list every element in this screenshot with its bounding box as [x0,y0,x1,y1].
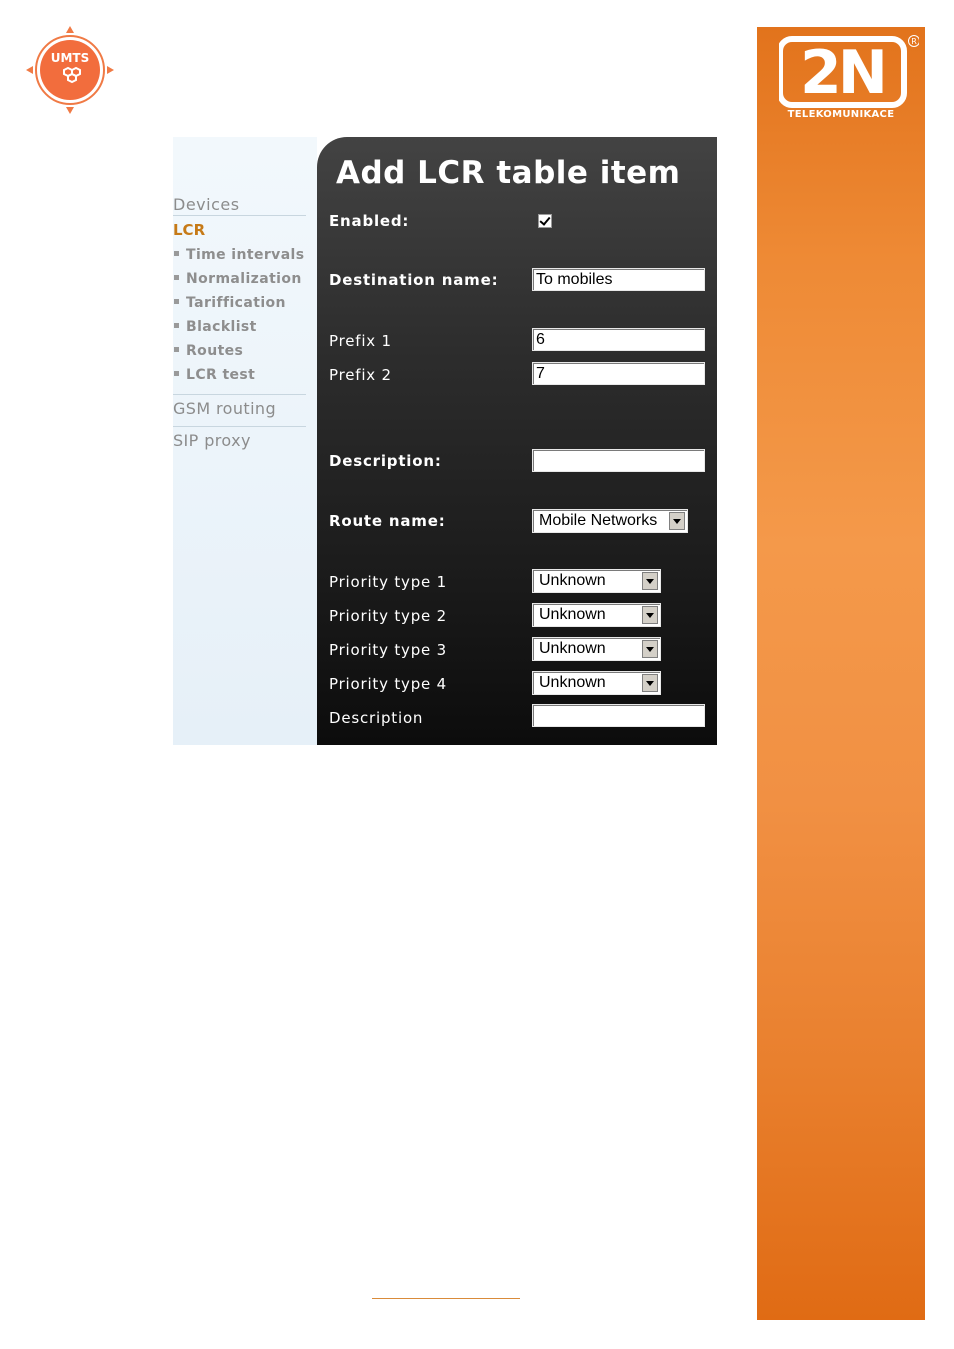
nav-item-lcr[interactable]: LCR [173,221,205,239]
nav-item-gsm-routing[interactable]: GSM routing [173,399,276,418]
priority-type-1-select[interactable]: Unknown [532,569,661,593]
chevron-down-icon[interactable] [642,572,658,590]
lcr-config-screenshot: Devices LCR Time intervals Normalization… [173,137,717,745]
bullet-icon [174,322,179,328]
priority-type-2-select[interactable]: Unknown [532,603,661,627]
bullet-icon [174,298,179,304]
nav-item-sip-proxy[interactable]: SIP proxy [173,431,251,450]
nav-subitem-time-intervals[interactable]: Time intervals [174,247,304,263]
chevron-down-icon[interactable] [642,674,658,692]
nav-subitem-blacklist[interactable]: Blacklist [174,319,257,335]
form-title: Add LCR table item [336,155,681,191]
footer-link-underline [372,1298,520,1299]
priority-type-2-label: Priority type 2 [329,607,447,625]
nav-menu: Devices LCR Time intervals Normalization… [173,137,317,745]
nav-divider [173,426,306,427]
priority-type-4-select[interactable]: Unknown [532,671,661,695]
bullet-icon [174,274,179,280]
umts-logo-text: UMTS [51,51,90,65]
priority-type-3-select[interactable]: Unknown [532,637,661,661]
nav-item-devices[interactable]: Devices [173,195,240,214]
priority-type-4-label: Priority type 4 [329,675,447,693]
description-2-input[interactable] [532,704,705,727]
prefix-2-input[interactable]: 7 [532,362,705,385]
add-lcr-form: Add LCR table item Enabled: Destination … [317,137,717,745]
svg-text:R: R [911,37,917,46]
nav-divider [173,215,306,216]
bullet-icon [174,370,179,376]
prefix-2-label: Prefix 2 [329,366,392,384]
chevron-down-icon[interactable] [642,640,658,658]
route-name-select[interactable]: Mobile Networks [532,509,688,533]
brand-logo-text: 2N [800,38,884,108]
destination-name-label: Destination name: [329,271,499,289]
priority-type-1-label: Priority type 1 [329,573,447,591]
chevron-down-icon[interactable] [669,512,685,530]
priority-type-3-label: Priority type 3 [329,641,447,659]
nav-subitem-lcr-test[interactable]: LCR test [174,367,255,383]
nav-subitem-normalization[interactable]: Normalization [174,271,302,287]
prefix-1-input[interactable]: 6 [532,328,705,351]
bullet-icon [174,250,179,256]
enabled-checkbox[interactable] [538,214,552,228]
brand-sidebar: 2N R TELEKOMUNIKACE [757,27,925,1320]
umts-logo: UMTS [26,26,114,114]
brand-subtitle: TELEKOMUNIKACE [787,109,895,120]
description-2-label: Description [329,709,424,727]
nav-subitem-routes[interactable]: Routes [174,343,243,359]
chevron-down-icon[interactable] [642,606,658,624]
destination-name-input[interactable]: To mobiles [532,268,705,291]
nav-divider [173,394,306,395]
prefix-1-label: Prefix 1 [329,332,392,350]
enabled-label: Enabled: [329,212,410,230]
description-input[interactable] [532,449,705,472]
bullet-icon [174,346,179,352]
description-label: Description: [329,452,442,470]
nav-subitem-tariffication[interactable]: Tariffication [174,295,286,311]
route-name-label: Route name: [329,512,446,530]
